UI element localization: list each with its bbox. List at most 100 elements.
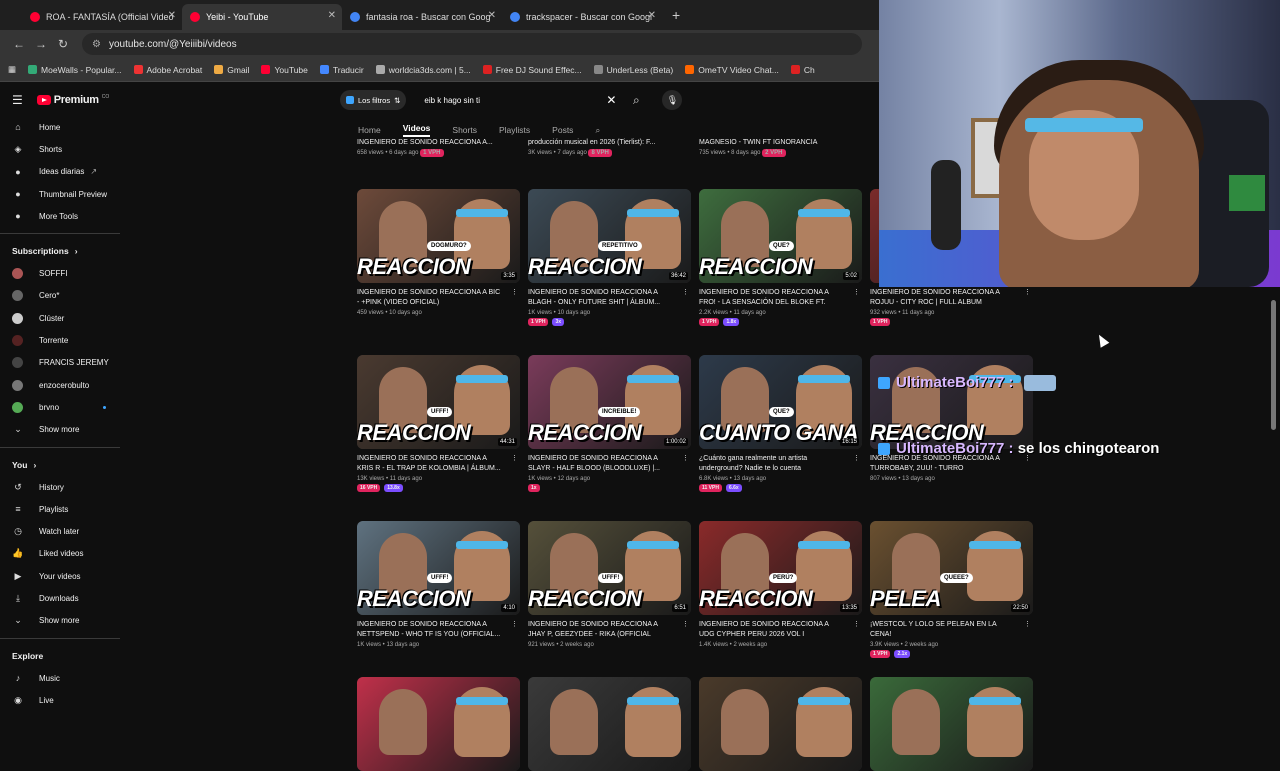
- video-title[interactable]: INGENIERO DE SONIDO REACCIONA A KRIS R -…: [357, 454, 520, 474]
- reload-icon[interactable]: ↻: [52, 37, 74, 51]
- video-card[interactable]: REACCION UFFF! 6:51 INGENIERO DE SONIDO REA…: [528, 521, 691, 648]
- channel-search-icon[interactable]: ⌕: [595, 125, 600, 136]
- video-title[interactable]: INGENIERO DE SONIDO REACCIONA A UDG CYPH…: [699, 620, 862, 640]
- sidebar-item-thumbnail-preview[interactable]: ● Thumbnail Preview: [0, 183, 122, 205]
- sidebar-item-shorts[interactable]: ◈ Shorts: [0, 138, 122, 160]
- subscription-item[interactable]: SOFFFI: [0, 262, 122, 284]
- video-title[interactable]: INGENIERO DE SONIDO REACCIONA A JHAY P, …: [528, 620, 691, 640]
- scrollbar[interactable]: [1271, 300, 1276, 430]
- video-thumbnail[interactable]: REACCION PERÚ? 13:35: [699, 521, 862, 615]
- bookmark[interactable]: UnderLess (Beta): [593, 65, 673, 75]
- video-thumbnail[interactable]: [357, 677, 520, 771]
- video-card[interactable]: PELEA QUEEE? 22:50 ¡WESTCOL Y LOLO SE PELEA…: [870, 521, 1033, 658]
- show-more-button[interactable]: ⌄ Show more: [0, 610, 122, 632]
- more-options-icon[interactable]: ⋮: [682, 288, 689, 298]
- show-more-button[interactable]: ⌄ Show more: [0, 419, 122, 441]
- video-card[interactable]: [528, 677, 691, 771]
- subscriptions-header[interactable]: Subscriptions ›: [0, 240, 122, 262]
- sidebar-item-liked-videos[interactable]: 👍 Liked videos: [0, 543, 122, 565]
- bookmark[interactable]: Free DJ Sound Effec...: [482, 65, 582, 75]
- more-options-icon[interactable]: ⋮: [1024, 288, 1031, 298]
- video-thumbnail[interactable]: REACCION DOGMURO? 3:35: [357, 189, 520, 283]
- tab-shorts[interactable]: Shorts: [452, 125, 477, 135]
- video-card[interactable]: REACCION PERÚ? 13:35 INGENIERO DE SONIDO RE…: [699, 521, 862, 648]
- logo[interactable]: ☰ Premium CO: [0, 84, 122, 116]
- video-title[interactable]: INGENIERO DE SONIDO REACCIONA A TURROBAB…: [870, 454, 1033, 474]
- more-options-icon[interactable]: ⋮: [511, 620, 518, 630]
- search-input[interactable]: eib k hago sin ti ✕: [418, 90, 626, 110]
- close-icon[interactable]: ✕: [328, 10, 336, 21]
- subscription-item[interactable]: enzocerobulto: [0, 374, 122, 396]
- mic-icon[interactable]: 🎙: [662, 90, 683, 110]
- bookmark[interactable]: Adobe Acrobat: [133, 65, 202, 75]
- video-card[interactable]: CUANTO GANA QUE? 16:15 ¿Cuánto gana realmen…: [699, 355, 862, 492]
- browser-tab-active[interactable]: Yeibi - YouTube ✕: [182, 4, 342, 30]
- video-thumbnail[interactable]: REACCION: [870, 355, 1033, 449]
- bookmark[interactable]: OmeTV Video Chat...: [685, 65, 779, 75]
- tab-playlists[interactable]: Playlists: [499, 125, 530, 135]
- more-options-icon[interactable]: ⋮: [853, 454, 860, 464]
- subscription-item[interactable]: Torrente: [0, 329, 122, 351]
- video-thumbnail[interactable]: REACCION REPETITIVO 36:42: [528, 189, 691, 283]
- video-card[interactable]: REACCION REPETITIVO 36:42 INGENIERO DE SONI…: [528, 189, 691, 326]
- sidebar-item-your-videos[interactable]: ▶ Your videos: [0, 565, 122, 587]
- subscription-item[interactable]: Clúster: [0, 307, 122, 329]
- video-card-partial[interactable]: MAGNESIO - TWIN FT IGNORANCIA 735 views •…: [699, 138, 859, 158]
- apps-icon[interactable]: ▦: [8, 64, 16, 75]
- site-info-icon[interactable]: ⚙: [92, 39, 101, 50]
- url-input[interactable]: ⚙ youtube.com/@Yeiiibi/videos: [82, 33, 862, 55]
- video-thumbnail[interactable]: [870, 677, 1033, 771]
- video-thumbnail[interactable]: CUANTO GANA QUE? 16:15: [699, 355, 862, 449]
- browser-tab[interactable]: trackspacer - Buscar con Googl ✕: [502, 4, 662, 30]
- more-options-icon[interactable]: ⋮: [682, 454, 689, 464]
- video-title[interactable]: INGENIERO DE SONIDO REACCIONA A NETTSPEN…: [357, 620, 520, 640]
- sidebar-item-downloads[interactable]: ⤓ Downloads: [0, 587, 122, 609]
- menu-icon[interactable]: ☰: [12, 93, 23, 107]
- video-card-partial[interactable]: INGENIERO DE SONIDO REACCIONA A... 658 vi…: [357, 138, 517, 158]
- video-thumbnail[interactable]: REACCION QUE? 5:02: [699, 189, 862, 283]
- subscription-item[interactable]: brvno: [0, 396, 122, 418]
- more-options-icon[interactable]: ⋮: [682, 620, 689, 630]
- you-header[interactable]: You ›: [0, 454, 122, 476]
- sidebar-item-more-tools[interactable]: ● More Tools: [0, 205, 122, 227]
- subscription-item[interactable]: FRANCIS JEREMY: [0, 352, 122, 374]
- video-card[interactable]: REACCION QUE? 5:02 INGENIERO DE SONIDO REAC…: [699, 189, 862, 326]
- video-thumbnail[interactable]: PELEA QUEEE? 22:50: [870, 521, 1033, 615]
- video-card[interactable]: REACCION DOGMURO? 3:35 INGENIERO DE SONIDO …: [357, 189, 520, 316]
- clear-icon[interactable]: ✕: [606, 93, 616, 107]
- close-icon[interactable]: ✕: [488, 10, 496, 21]
- browser-tab[interactable]: ROA - FANTASÍA (Official Video ✕: [22, 4, 182, 30]
- video-title[interactable]: INGENIERO DE SONIDO REACCIONA A ROJUU - …: [870, 288, 1033, 308]
- more-options-icon[interactable]: ⋮: [511, 288, 518, 298]
- bookmark[interactable]: MoeWalls - Popular...: [28, 65, 122, 75]
- bookmark[interactable]: worldcia3ds.com | 5...: [375, 65, 471, 75]
- video-thumbnail[interactable]: [699, 677, 862, 771]
- sidebar-item-playlists[interactable]: ≡ Playlists: [0, 498, 122, 520]
- back-icon[interactable]: ←: [8, 37, 30, 51]
- subscription-item[interactable]: Cero*: [0, 285, 122, 307]
- sidebar-item-history[interactable]: ↺ History: [0, 476, 122, 498]
- video-title[interactable]: INGENIERO DE SONIDO REACCIONA A FRO! - L…: [699, 288, 862, 308]
- tab-home[interactable]: Home: [358, 125, 381, 135]
- close-icon[interactable]: ✕: [648, 10, 656, 21]
- video-thumbnail[interactable]: REACCION UFFF! 6:51: [528, 521, 691, 615]
- video-title[interactable]: MAGNESIO - TWIN FT IGNORANCIA: [699, 138, 859, 147]
- video-title[interactable]: ¿Cuánto gana realmente un artista underg…: [699, 454, 862, 474]
- video-thumbnail[interactable]: REACCION UFFF! 44:31: [357, 355, 520, 449]
- sidebar-item-live[interactable]: ◉ Live: [0, 689, 122, 711]
- more-options-icon[interactable]: ⋮: [511, 454, 518, 464]
- bookmark[interactable]: Ch: [790, 65, 815, 75]
- filters-button[interactable]: Los filtros ⇅: [340, 90, 407, 110]
- tab-posts[interactable]: Posts: [552, 125, 573, 135]
- video-title[interactable]: INGENIERO DE SONIDO REACCIONA A...: [357, 138, 517, 147]
- search-icon[interactable]: ⌕: [626, 93, 646, 108]
- more-options-icon[interactable]: ⋮: [1024, 620, 1031, 630]
- video-thumbnail[interactable]: REACCION UFFF! 4:10: [357, 521, 520, 615]
- browser-tab[interactable]: fantasia roa - Buscar con Goog ✕: [342, 4, 502, 30]
- close-icon[interactable]: ✕: [168, 10, 176, 21]
- video-thumbnail[interactable]: REACCION INCREIBLE! 1:00:02: [528, 355, 691, 449]
- video-card[interactable]: REACCION UFFF! 44:31 INGENIERO DE SONIDO RE…: [357, 355, 520, 492]
- new-tab-button[interactable]: +: [672, 7, 680, 23]
- sidebar-item-music[interactable]: ♪ Music: [0, 667, 122, 689]
- more-options-icon[interactable]: ⋮: [853, 620, 860, 630]
